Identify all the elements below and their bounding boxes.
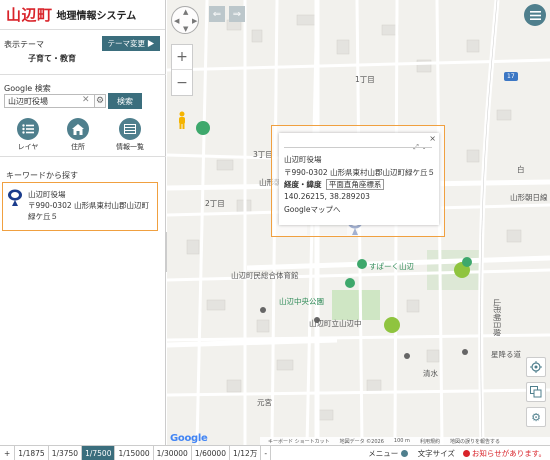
scale-zoom-out[interactable]: - — [261, 445, 272, 460]
map-label: 山形朝日線 — [510, 193, 548, 202]
info-popup-highlight: × ⤢ ⌄ 山辺町役場 〒990-0302 山形県東村山郡山辺町緑ケ丘５ 経度・… — [271, 125, 445, 237]
map-label: 3丁目 — [253, 150, 273, 159]
divider — [0, 156, 166, 157]
keyboard-shortcuts-link[interactable]: キーボード ショートカット — [268, 438, 330, 445]
map-label: 山辺町立山辺中 — [309, 319, 362, 328]
search-button[interactable]: 検索 — [108, 93, 142, 109]
alert-icon — [462, 450, 470, 457]
scale-zoom-in[interactable]: + — [0, 445, 16, 460]
terms-link[interactable]: 利用規約 — [420, 438, 440, 445]
street-view-pegman-icon[interactable] — [177, 111, 187, 129]
scale-option[interactable]: 1/3750 — [49, 445, 83, 460]
zoom-control: + − — [171, 44, 193, 96]
google-search-label: Google 検索 — [4, 84, 51, 93]
locate-icon[interactable] — [526, 357, 546, 377]
keyword-search-label: キーワードから探す — [6, 171, 78, 180]
scale-option[interactable]: 1/12万 — [230, 445, 262, 460]
popup-title: 山辺町役場 — [284, 155, 322, 164]
notice-link[interactable]: お知らせがあります。 — [462, 448, 546, 459]
layer-button[interactable]: レイヤ — [8, 118, 48, 152]
clear-icon[interactable]: ✕ — [82, 95, 90, 105]
popup-coordinates: 140.26215, 38.289203 — [284, 192, 370, 201]
back-arrow-icon[interactable]: ⇐ — [209, 6, 225, 22]
info-list-label: 情報一覧 — [116, 143, 144, 151]
map-view[interactable]: 3丁目 2丁目 1丁目 山形朝日線 山形朝日線 白 山辺町民総合体育館 すぱーく… — [167, 0, 550, 445]
bottom-links: メニュー 文字サイズ お知らせがあります。 — [368, 446, 546, 460]
layer-label: レイヤ — [17, 143, 39, 151]
divider — [0, 74, 166, 75]
map-label: 1丁目 — [355, 75, 375, 84]
bottom-bar: + 1/1875 1/3750 1/7500 1/15000 1/30000 1… — [0, 445, 550, 460]
map-label: 2丁目 — [205, 199, 225, 208]
search-result-item[interactable]: 山辺町役場 〒990-0302 山形県東村山郡山辺町緑ケ丘５ — [2, 182, 158, 231]
scale-option[interactable]: 1/1875 — [15, 445, 49, 460]
menu-link[interactable]: メニュー — [368, 448, 409, 459]
app-logo[interactable]: 山辺町 — [6, 4, 53, 25]
scale-option-selected[interactable]: 1/7500 — [82, 445, 116, 460]
map-label: 元宮 — [257, 398, 272, 407]
map-scale: 100 m — [393, 438, 410, 444]
info-dot-icon — [400, 450, 408, 457]
map-label: 山形朝日線 — [492, 298, 502, 337]
route-number: 17 — [507, 73, 515, 80]
theme-change-button[interactable]: テーマ変更 ▶ — [102, 36, 160, 51]
divider — [284, 147, 432, 148]
map-data-credit: 地図データ ©2026 — [339, 438, 384, 445]
address-button[interactable]: 住所 — [58, 118, 98, 152]
google-maps-link[interactable]: Googleマップへ — [284, 204, 340, 215]
app-header: 山辺町 地理情報システム — [0, 0, 165, 30]
info-popup: × ⤢ ⌄ 山辺町役場 〒990-0302 山形県東村山郡山辺町緑ケ丘５ 経度・… — [279, 133, 439, 225]
map-label: 白 — [517, 165, 525, 174]
tab-plane-coords[interactable]: 平面直角座標系 — [325, 179, 385, 190]
list-icon — [17, 118, 39, 140]
notice-text: お知らせがあります。 — [471, 449, 546, 458]
result-name: 山辺町役場 — [28, 190, 66, 199]
zoom-in-button[interactable]: + — [172, 45, 192, 70]
map-label: 清水 — [423, 369, 438, 378]
report-error-link[interactable]: 地図の誤りを報告する — [450, 438, 500, 445]
forward-arrow-icon[interactable]: ⇒ — [229, 6, 245, 22]
home-icon — [67, 118, 89, 140]
pan-control[interactable]: ▲ ▼ ◀ ▶ — [171, 6, 199, 34]
settings-icon[interactable]: ⚙ — [526, 407, 546, 427]
table-icon — [119, 118, 141, 140]
coord-tabs: 経度・緯度 平面直角座標系 — [284, 179, 385, 190]
theme-value: 子育て・教育 — [28, 54, 76, 63]
google-logo: Google — [170, 433, 208, 444]
gear-icon[interactable]: ⚙ — [94, 94, 106, 108]
menu-icon[interactable] — [524, 4, 546, 26]
text-size-link[interactable]: 文字サイズ — [418, 448, 455, 459]
close-icon[interactable]: × — [429, 134, 436, 143]
result-address: 〒990-0302 山形県東村山郡山辺町緑ケ丘５ — [28, 201, 149, 221]
tab-latlon[interactable]: 経度・緯度 — [284, 180, 322, 189]
map-pin-icon — [8, 189, 22, 206]
map-label: 山辺中央公園 — [279, 297, 324, 306]
app-title: 地理情報システム — [56, 11, 137, 22]
scale-option[interactable]: 1/60000 — [192, 445, 230, 460]
scale-option[interactable]: 1/30000 — [154, 445, 192, 460]
copy-icon[interactable] — [526, 382, 546, 402]
side-panel: 山辺町 地理情報システム 表示テーマ テーマ変更 ▶ 子育て・教育 Google… — [0, 0, 166, 445]
popup-address: 〒990-0302 山形県東村山郡山辺町緑ケ丘５ — [284, 168, 435, 177]
menu-label: メニュー — [368, 449, 399, 458]
zoom-out-button[interactable]: − — [172, 70, 192, 95]
map-label: 山辺町民総合体育館 — [231, 271, 299, 280]
scale-option[interactable]: 1/15000 — [115, 445, 154, 460]
theme-label: 表示テーマ — [4, 40, 44, 49]
address-label: 住所 — [71, 143, 85, 151]
map-label: すぱーく山辺 — [369, 262, 414, 271]
map-attribution: キーボード ショートカット 地図データ ©2026 100 m 利用規約 地図の… — [260, 437, 550, 445]
map-label: 星降る道 — [491, 350, 521, 359]
info-list-button[interactable]: 情報一覧 — [110, 118, 150, 152]
